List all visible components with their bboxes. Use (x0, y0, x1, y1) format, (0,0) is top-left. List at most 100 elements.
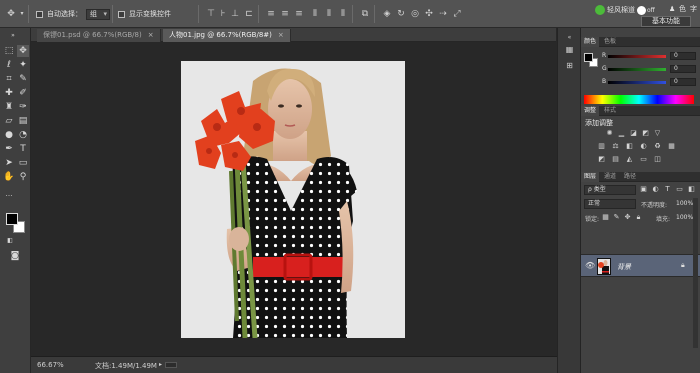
distribute-top-icon[interactable]: ≡ (266, 9, 276, 19)
distribute-vcenter-icon[interactable]: ≡ (280, 9, 290, 19)
zoom-tool-icon[interactable]: ⚲ (17, 171, 29, 183)
color-balance-icon[interactable]: ⚖ (611, 142, 620, 151)
tab-swatches[interactable]: 色板 (601, 37, 619, 47)
hue-saturation-icon[interactable]: ▥ (597, 142, 606, 151)
auto-select-dropdown[interactable]: 组 (86, 8, 110, 20)
tab-layers[interactable]: 图层 (581, 172, 600, 182)
auto-align-icon[interactable]: ⧉ (360, 9, 370, 19)
tab-paths[interactable]: 路径 (621, 172, 639, 182)
more-tools-icon[interactable]: … (3, 188, 15, 200)
move-tool-icon[interactable]: ✥ (17, 45, 29, 57)
filter-type-icon[interactable]: T (663, 185, 672, 194)
brightness-icon[interactable]: ✺ (605, 129, 614, 138)
channel-mixer-icon[interactable]: ♻ (653, 142, 662, 151)
invert-icon[interactable]: ◩ (597, 155, 606, 164)
blue-value-input[interactable]: 0 (670, 78, 696, 86)
layer-filter-dropdown[interactable]: ρ 类型 (584, 185, 636, 195)
align-top-icon[interactable]: ⊤ (206, 9, 216, 19)
3d-pan-icon[interactable]: ✣ (424, 9, 434, 19)
layer-row-background[interactable]: 👁︎ 背景 🔒︎ (581, 254, 700, 277)
hand-tool-icon[interactable]: ✋ (3, 171, 15, 183)
3d-rotate-icon[interactable]: ↻ (396, 9, 406, 19)
posterize-icon[interactable]: ▤ (611, 155, 620, 164)
levels-icon[interactable]: ▁ (617, 129, 626, 138)
show-transform-checkbox[interactable] (118, 10, 125, 18)
foreground-color-swatch[interactable] (584, 53, 593, 62)
close-icon[interactable]: × (278, 31, 284, 39)
workspace-button[interactable]: 基本功能 (641, 16, 691, 27)
filter-shape-icon[interactable]: ▭ (675, 185, 684, 194)
marquee-tool-icon[interactable]: ⬚ (3, 45, 15, 57)
dodge-tool-icon[interactable]: ◔ (17, 129, 29, 141)
fill-value[interactable]: 100% (676, 214, 693, 221)
align-bottom-icon[interactable]: ⊥ (230, 9, 240, 19)
layers-scrollbar[interactable] (693, 198, 698, 348)
distribute-right-icon[interactable]: ⦀ (338, 9, 348, 19)
red-value-input[interactable]: 0 (670, 52, 696, 60)
brush-tool-icon[interactable]: ✐ (17, 87, 29, 99)
default-colors-icon[interactable]: ◧ (4, 235, 16, 247)
selective-color-icon[interactable]: ◫ (653, 155, 662, 164)
photo-filter-icon[interactable]: ◐ (639, 142, 648, 151)
quick-mask-icon[interactable]: ◙ (9, 250, 21, 262)
tab-document-1[interactable]: 保镖01.psd @ 66.7%(RGB/8) × (37, 29, 161, 42)
crop-tool-icon[interactable]: ⌗ (3, 73, 15, 85)
filter-pixel-icon[interactable]: ▣ (639, 185, 648, 194)
document-image[interactable] (181, 61, 405, 338)
align-vcenter-icon[interactable]: ⊦ (218, 9, 228, 19)
lasso-tool-icon[interactable]: ℓ (3, 59, 15, 71)
filter-adjust-icon[interactable]: ◐ (651, 185, 660, 194)
eyedropper-icon[interactable]: ✎ (17, 73, 29, 85)
opacity-value[interactable]: 100% (676, 200, 693, 207)
foreground-color-swatch[interactable] (6, 213, 18, 225)
green-value-input[interactable]: 0 (670, 65, 696, 73)
exposure-icon[interactable]: ◩ (641, 129, 650, 138)
status-arrow-icon[interactable]: ▸ (159, 361, 162, 368)
3d-roll-icon[interactable]: ◎ (410, 9, 420, 19)
blend-mode-dropdown[interactable]: 正常 (584, 199, 636, 209)
red-slider[interactable] (608, 55, 666, 58)
user-icon[interactable]: ♟ (669, 3, 675, 15)
lock-transparent-icon[interactable]: ▦ (601, 213, 610, 222)
pen-tool-icon[interactable]: ✒ (3, 143, 15, 155)
distribute-bottom-icon[interactable]: ≡ (294, 9, 304, 19)
3d-slide-icon[interactable]: ⇢ (438, 9, 448, 19)
show-transform-group[interactable]: 显示变换控件 (118, 8, 171, 20)
filter-smart-icon[interactable]: ◧ (687, 185, 696, 194)
color-lookup-icon[interactable]: ▦ (667, 142, 676, 151)
properties-panel-icon[interactable]: ⊞ (564, 60, 575, 71)
color-icon[interactable]: 色 (679, 3, 686, 15)
tab-channels[interactable]: 通道 (601, 172, 619, 182)
tab-styles[interactable]: 样式 (601, 106, 619, 116)
collapse-icon[interactable]: » (7, 30, 19, 42)
tab-document-2[interactable]: 人物01.jpg @ 66.7%(RGB/8#) × (163, 29, 291, 42)
healing-brush-icon[interactable]: ✚ (3, 87, 15, 99)
blur-tool-icon[interactable]: ● (3, 129, 15, 141)
distribute-hcenter-icon[interactable]: ⦀ (324, 9, 334, 19)
black-white-icon[interactable]: ◧ (625, 142, 634, 151)
curves-icon[interactable]: ◪ (629, 129, 638, 138)
lock-all-icon[interactable]: 🔒︎ (634, 213, 643, 222)
tab-color[interactable]: 颜色 (581, 37, 600, 47)
gradient-map-icon[interactable]: ▭ (639, 155, 648, 164)
shape-tool-icon[interactable]: ▭ (17, 157, 29, 169)
horizontal-scrollbar[interactable] (165, 362, 177, 368)
type-tool-icon[interactable]: T (17, 143, 29, 155)
green-slider[interactable] (608, 68, 666, 71)
gradient-tool-icon[interactable]: ▤ (17, 115, 29, 127)
align-left-icon[interactable]: ⊏ (244, 9, 254, 19)
visibility-eye-icon[interactable]: 👁︎ (585, 261, 595, 270)
blue-slider[interactable] (608, 81, 666, 84)
collapse-icon[interactable]: « (564, 32, 575, 43)
tab-adjustments[interactable]: 调整 (581, 106, 600, 116)
threshold-icon[interactable]: ◭ (625, 155, 634, 164)
color-spectrum[interactable] (584, 95, 694, 104)
move-tool-icon[interactable]: ✥ (6, 9, 16, 19)
layer-name[interactable]: 背景 (617, 262, 631, 272)
lock-position-icon[interactable]: ✥ (623, 213, 632, 222)
magic-wand-icon[interactable]: ✦ (17, 59, 29, 71)
path-select-icon[interactable]: ➤ (3, 157, 15, 169)
3d-scale-icon[interactable]: ⤢ (452, 9, 462, 19)
history-brush-icon[interactable]: ✑ (17, 101, 29, 113)
lock-pixels-icon[interactable]: ✎ (612, 213, 621, 222)
